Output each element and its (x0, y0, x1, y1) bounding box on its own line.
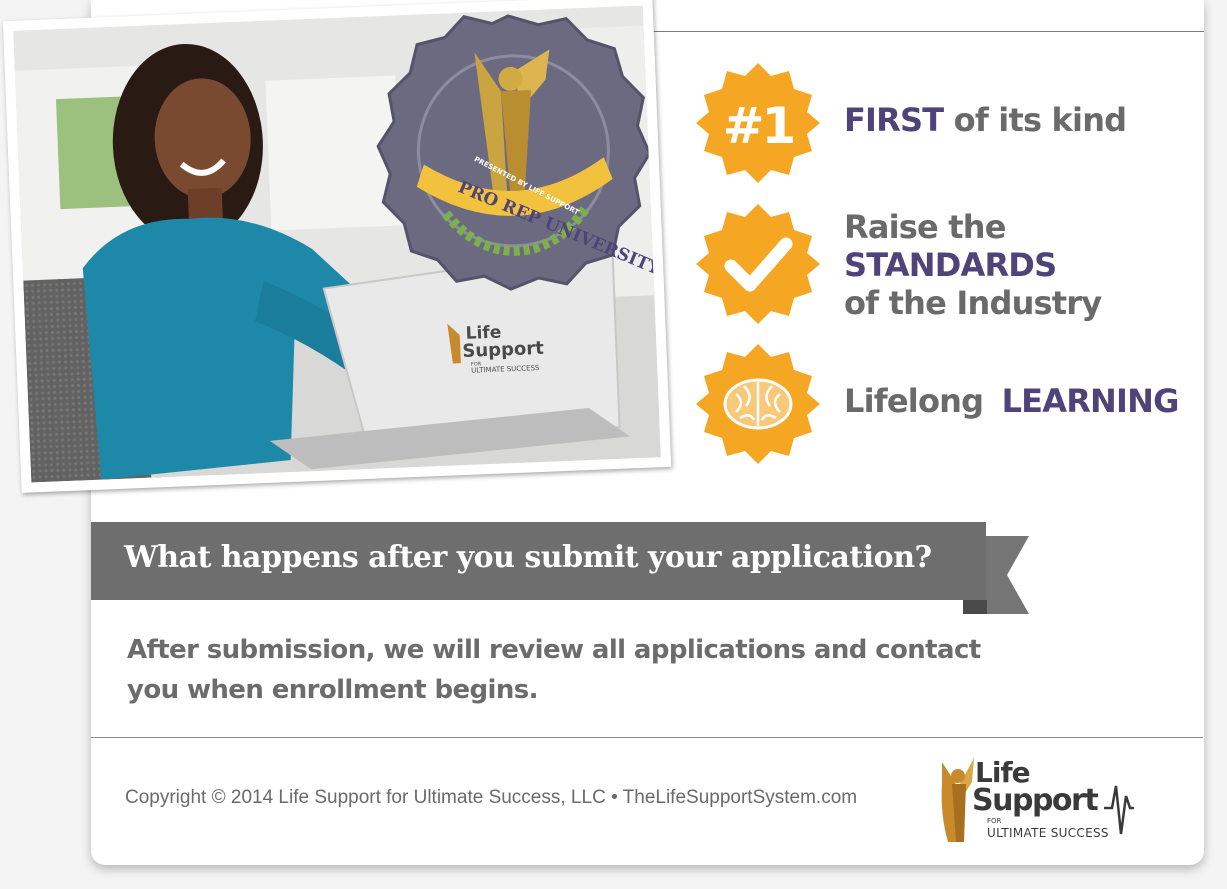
feature-standards-text: Raise the STANDARDS of the Industry (844, 208, 1102, 322)
feature-first: #1 FIRST of its kind (693, 63, 1203, 183)
top-divider (642, 31, 1204, 32)
feature-first-highlight: FIRST (844, 101, 944, 139)
feature-standards: Raise the STANDARDS of the Industry (693, 204, 1203, 324)
logo-ultimate-text: ULTIMATE SUCCESS (987, 826, 1109, 840)
logo-support-text: Support (972, 783, 1099, 818)
hero-photo-image: Life Support FOR ULTIMATE SUCCESS PRO RE… (13, 5, 661, 483)
feature-first-text: FIRST of its kind (844, 101, 1127, 139)
feature-standards-line1: Raise the (844, 208, 1006, 246)
feature-first-rest: of its kind (953, 101, 1127, 139)
feature-standards-line3: of the Industry (844, 284, 1102, 322)
badge-number-one: #1 (723, 97, 794, 155)
brain-badge-icon (696, 344, 820, 464)
checkmark-badge-icon (696, 204, 820, 324)
life-support-logo: Life Support FOR ULTIMATE SUCCESS (938, 754, 1138, 846)
section-heading: What happens after you submit your appli… (124, 540, 932, 575)
copyright-text: Copyright © 2014 Life Support for Ultima… (125, 787, 858, 808)
logo-for-text: FOR (987, 817, 1002, 825)
section-body: After submission, we will review all app… (127, 635, 981, 705)
feature-learning-text: Lifelong LEARNING (844, 382, 1179, 420)
hero-photo: Life Support FOR ULTIMATE SUCCESS PRO RE… (2, 0, 672, 493)
number-one-badge-icon: #1 (696, 63, 820, 183)
feature-learning-prefix: Lifelong (844, 382, 984, 420)
feature-standards-highlight: STANDARDS (844, 246, 1057, 284)
feature-learning: Lifelong LEARNING (693, 344, 1203, 464)
laptop-logo-support: Support (462, 338, 545, 362)
footer-divider (91, 737, 1203, 738)
feature-learning-highlight: LEARNING (1001, 382, 1180, 420)
